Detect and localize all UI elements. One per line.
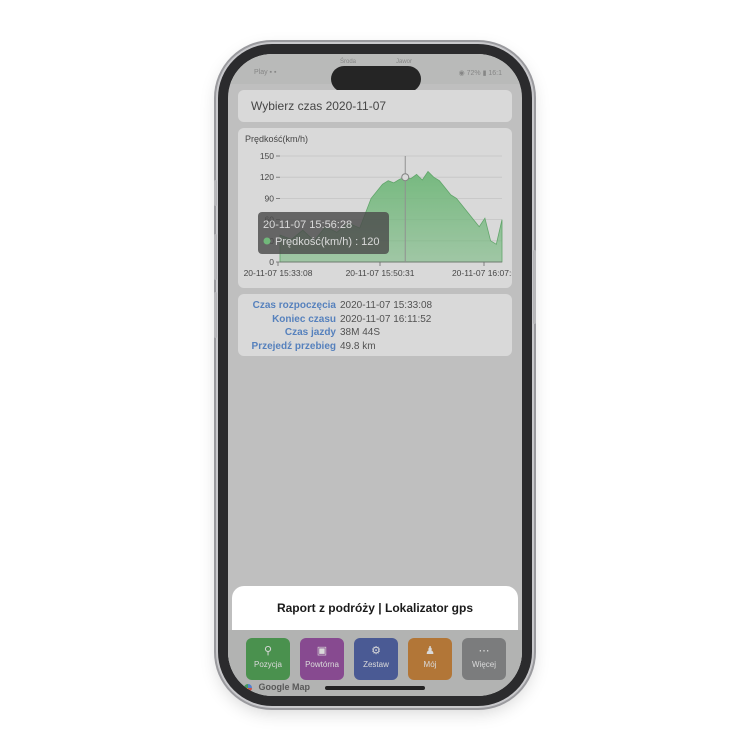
- home-indicator: [325, 686, 425, 690]
- bottom-sheet-title: Raport z podróży | Lokalizator gps: [232, 586, 518, 630]
- phone-screen: Play ▪ ▪ Środa Jawor ◉ 72% ▮ 16:1 Wybier…: [228, 54, 522, 696]
- volume-down-button: [214, 292, 217, 338]
- action-button: [214, 180, 217, 206]
- power-button: [533, 250, 536, 324]
- phone-frame: Play ▪ ▪ Środa Jawor ◉ 72% ▮ 16:1 Wybier…: [214, 44, 536, 706]
- volume-up-button: [214, 234, 217, 280]
- sheet-title: Raport z podróży | Lokalizator gps: [276, 601, 474, 615]
